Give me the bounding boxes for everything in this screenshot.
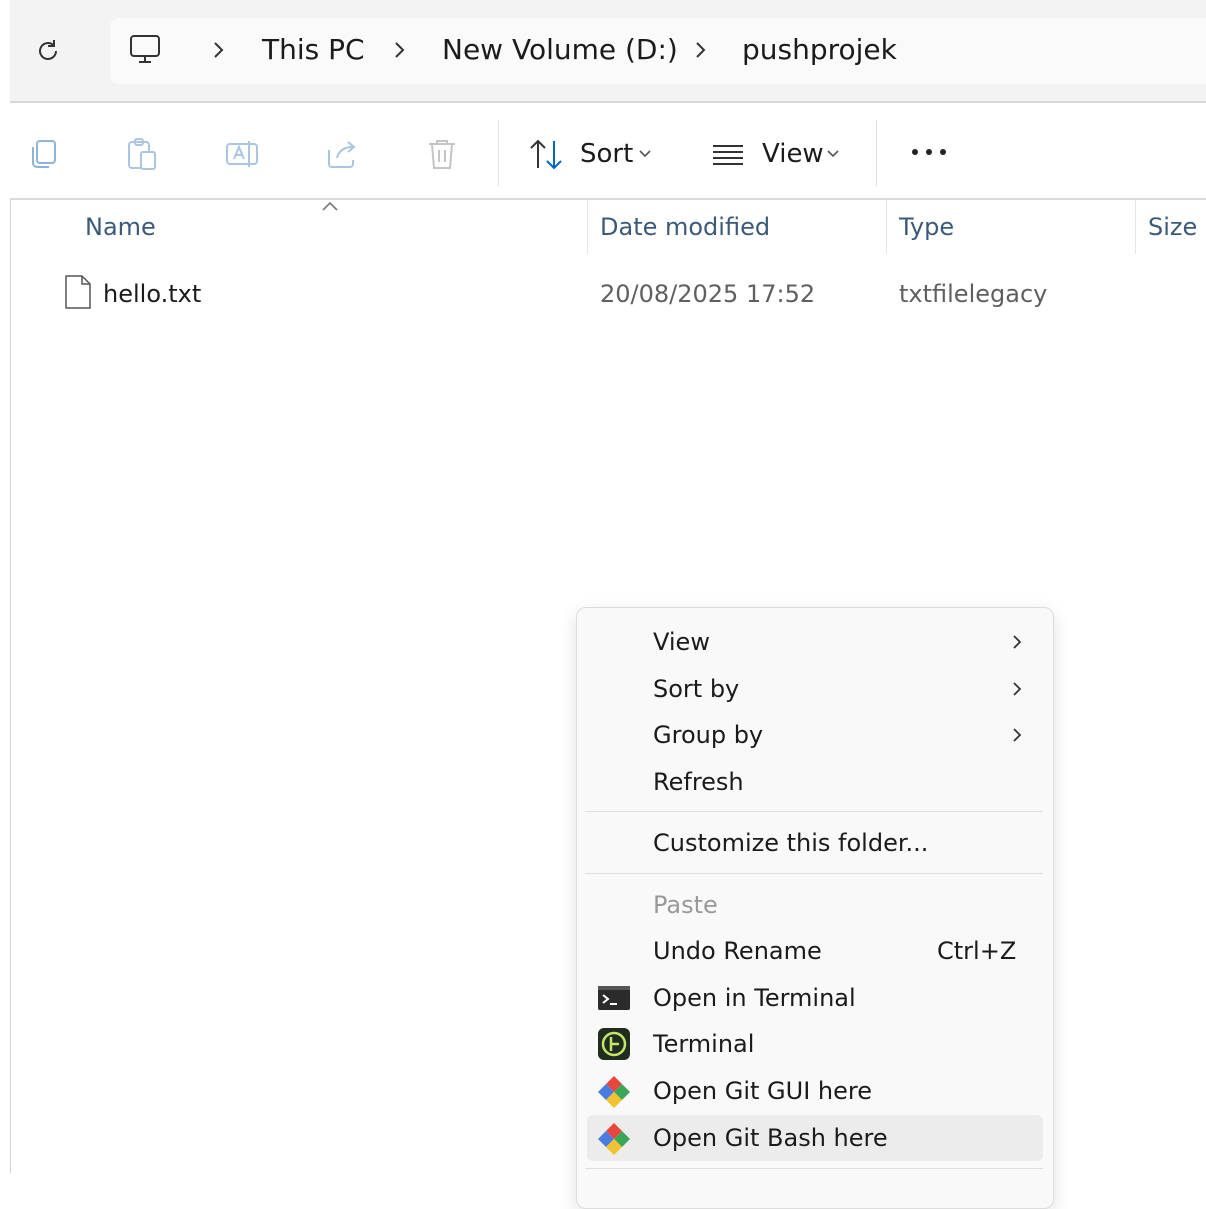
menu-item-open-git-gui[interactable]: Open Git GUI here <box>587 1068 1043 1114</box>
this-pc-icon[interactable] <box>128 33 162 67</box>
column-divider[interactable] <box>587 200 588 254</box>
view-icon[interactable] <box>710 136 746 172</box>
menu-item-label: Open in Terminal <box>653 984 856 1012</box>
column-header-size[interactable]: Size <box>1148 210 1197 244</box>
paste-icon[interactable] <box>124 136 160 172</box>
menu-item-customize-folder[interactable]: Customize this folder... <box>587 820 1043 866</box>
chevron-right-icon[interactable] <box>389 39 409 61</box>
menu-item-label: Paste <box>653 891 718 919</box>
file-name[interactable]: hello.txt <box>103 278 201 310</box>
refresh-button[interactable] <box>32 34 64 68</box>
menu-separator <box>585 811 1043 812</box>
refresh-icon <box>39 40 57 60</box>
menu-item-label: Open Git GUI here <box>653 1077 872 1105</box>
menu-item-terminal[interactable]: Terminal <box>587 1021 1043 1067</box>
menu-item-open-git-bash[interactable]: Open Git Bash here <box>587 1115 1043 1161</box>
chevron-down-icon[interactable] <box>826 149 840 159</box>
terminal-icon <box>598 986 630 1010</box>
left-border <box>10 198 11 1173</box>
menu-item-label: Open Git Bash here <box>653 1124 888 1152</box>
more-options-icon[interactable] <box>910 147 950 157</box>
breadcrumb-this-pc[interactable]: This PC <box>262 30 365 70</box>
command-bar: Sort View <box>10 103 1206 200</box>
menu-item-open-in-terminal[interactable]: Open in Terminal <box>587 975 1043 1021</box>
chevron-right-icon <box>1013 682 1022 696</box>
file-date-modified: 20/08/2025 17:52 <box>600 280 816 308</box>
share-icon[interactable] <box>324 136 360 172</box>
column-header-type[interactable]: Type <box>899 210 954 244</box>
sort-ascending-icon <box>322 201 338 211</box>
chevron-right-icon <box>1013 728 1022 742</box>
menu-item-label: Terminal <box>653 1030 755 1058</box>
chevron-down-icon[interactable] <box>638 149 652 159</box>
file-type: txtfilelegacy <box>899 280 1048 308</box>
menu-item-view[interactable]: View <box>587 619 1043 665</box>
view-button[interactable]: View <box>762 137 824 171</box>
menu-item-group-by[interactable]: Group by <box>587 712 1043 758</box>
column-divider[interactable] <box>1135 200 1136 254</box>
menu-item-label: Undo Rename <box>653 937 822 965</box>
breadcrumb-pushprojek[interactable]: pushprojek <box>742 30 897 70</box>
chevron-right-icon[interactable] <box>690 39 710 61</box>
git-icon <box>598 1123 630 1155</box>
rename-icon[interactable] <box>224 136 260 172</box>
sort-icon[interactable] <box>528 136 564 172</box>
menu-item-label: Group by <box>653 721 764 749</box>
copy-icon[interactable] <box>26 136 62 172</box>
toolbar-divider <box>876 120 877 186</box>
menu-item-label: Refresh <box>653 768 744 796</box>
menu-item-undo-rename[interactable]: Undo Rename Ctrl+Z <box>587 928 1043 974</box>
menu-item-label: Sort by <box>653 675 740 703</box>
toolbar-divider <box>498 120 499 186</box>
menu-item-sort-by[interactable]: Sort by <box>587 666 1043 712</box>
menu-separator <box>585 1168 1043 1169</box>
text-file-icon[interactable] <box>64 274 92 310</box>
menu-item-paste[interactable]: Paste <box>587 882 1043 928</box>
menu-item-shortcut: Ctrl+Z <box>937 937 1017 965</box>
menu-item-label: Customize this folder... <box>653 829 929 857</box>
chevron-right-icon <box>1013 635 1022 649</box>
context-menu: View Sort by Group by Refresh Customize … <box>576 607 1054 1209</box>
menu-item-label: View <box>653 628 710 656</box>
breadcrumb-new-volume[interactable]: New Volume (D:) <box>442 30 678 70</box>
git-icon <box>598 1076 630 1108</box>
column-header-date-modified[interactable]: Date modified <box>600 210 770 244</box>
column-divider[interactable] <box>886 200 887 254</box>
menu-item-refresh[interactable]: Refresh <box>587 759 1043 805</box>
delete-icon[interactable] <box>424 136 460 172</box>
terminal-app-icon <box>598 1028 630 1060</box>
sort-button[interactable]: Sort <box>580 137 633 171</box>
chevron-right-icon[interactable] <box>208 39 228 61</box>
menu-separator <box>585 873 1043 874</box>
column-header-name[interactable]: Name <box>85 210 156 244</box>
